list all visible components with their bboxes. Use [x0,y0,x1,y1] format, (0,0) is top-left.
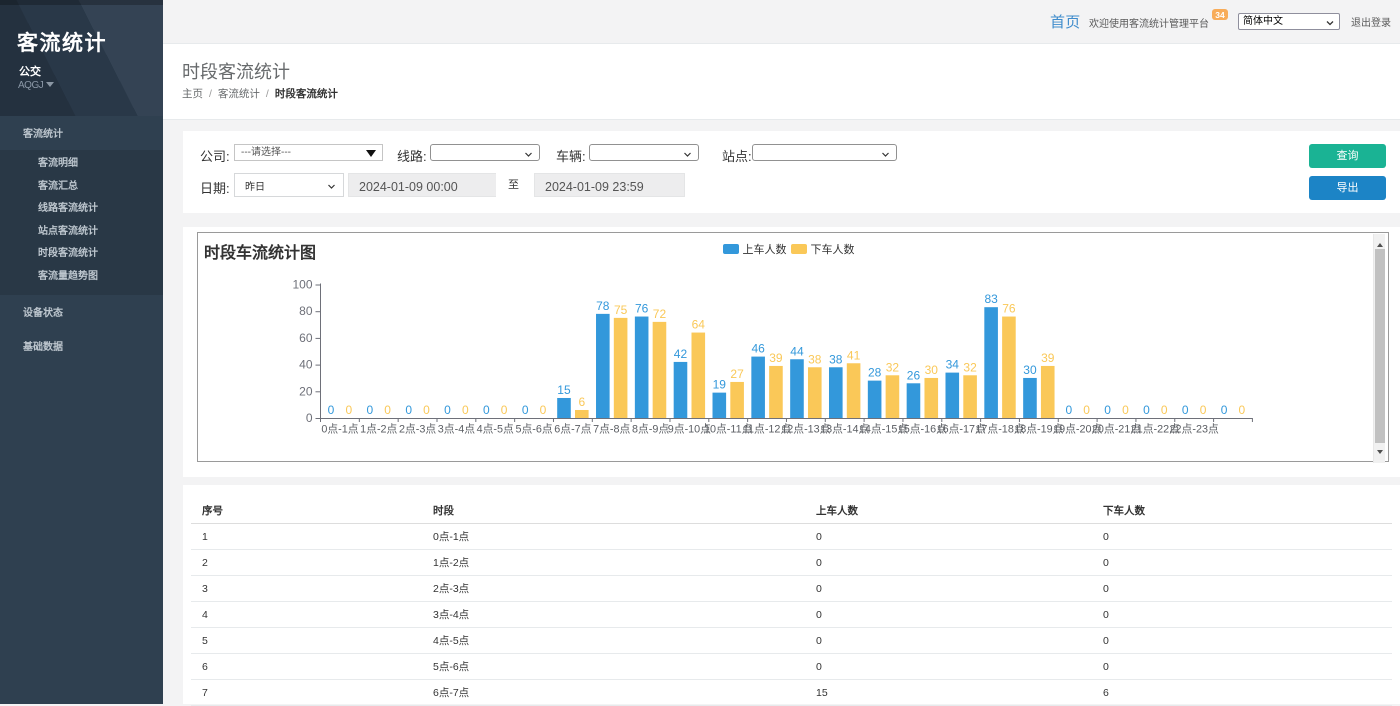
svg-text:38: 38 [808,352,822,366]
svg-text:0: 0 [306,411,313,425]
svg-text:0: 0 [405,403,412,417]
svg-text:4点-5点: 4点-5点 [477,423,514,436]
svg-text:7点-8点: 7点-8点 [593,423,630,436]
svg-text:75: 75 [614,303,628,317]
svg-text:46: 46 [751,342,765,356]
svg-text:40: 40 [299,358,313,372]
svg-text:38: 38 [829,352,843,366]
svg-text:0: 0 [384,403,391,417]
svg-text:80: 80 [299,304,313,318]
svg-text:下车人数: 下车人数 [811,242,855,256]
svg-text:3点-4点: 3点-4点 [438,423,475,436]
svg-text:0: 0 [345,403,352,417]
svg-text:0: 0 [1104,403,1111,417]
svg-text:0点-1点: 0点-1点 [321,423,358,436]
svg-text:0: 0 [1182,403,1189,417]
svg-text:41: 41 [847,348,861,362]
svg-text:72: 72 [653,307,667,321]
svg-text:39: 39 [769,351,783,365]
svg-text:0: 0 [1065,403,1072,417]
svg-text:0: 0 [423,403,430,417]
svg-text:30: 30 [1023,363,1037,377]
svg-text:0: 0 [1122,403,1129,417]
svg-text:39: 39 [1041,351,1055,365]
svg-text:0: 0 [1200,403,1207,417]
svg-text:0: 0 [1221,403,1228,417]
svg-text:6点-7点: 6点-7点 [554,423,591,436]
svg-text:5点-6点: 5点-6点 [515,423,552,436]
svg-text:32: 32 [963,360,977,374]
svg-text:0: 0 [540,403,547,417]
svg-text:15: 15 [557,383,571,397]
svg-text:0: 0 [366,403,373,417]
svg-text:64: 64 [692,318,706,332]
svg-text:6: 6 [578,395,585,409]
svg-text:0: 0 [1239,403,1246,417]
svg-text:76: 76 [1002,302,1016,316]
svg-text:0: 0 [1161,403,1168,417]
svg-text:78: 78 [596,299,610,313]
svg-text:0: 0 [328,403,335,417]
svg-text:26: 26 [907,368,921,382]
svg-text:100: 100 [292,278,312,292]
svg-text:42: 42 [674,347,688,361]
svg-text:27: 27 [730,367,744,381]
svg-text:83: 83 [984,292,998,306]
svg-text:44: 44 [790,344,804,358]
svg-text:34: 34 [946,358,960,372]
svg-text:76: 76 [635,302,649,316]
svg-text:0: 0 [501,403,508,417]
svg-text:0: 0 [462,403,469,417]
svg-text:0: 0 [483,403,490,417]
svg-text:上车人数: 上车人数 [743,242,787,256]
svg-text:30: 30 [925,363,939,377]
svg-text:8点-9点: 8点-9点 [632,423,669,436]
svg-text:32: 32 [886,360,900,374]
svg-text:22点-23点: 22点-23点 [1170,423,1219,436]
svg-text:28: 28 [868,366,882,380]
svg-text:19: 19 [713,378,727,392]
svg-text:0: 0 [444,403,451,417]
svg-text:1点-2点: 1点-2点 [360,423,397,436]
svg-text:2点-3点: 2点-3点 [399,423,436,436]
svg-text:60: 60 [299,331,313,345]
svg-text:20: 20 [299,384,313,398]
svg-text:0: 0 [522,403,529,417]
svg-text:0: 0 [1083,403,1090,417]
svg-text:0: 0 [1143,403,1150,417]
